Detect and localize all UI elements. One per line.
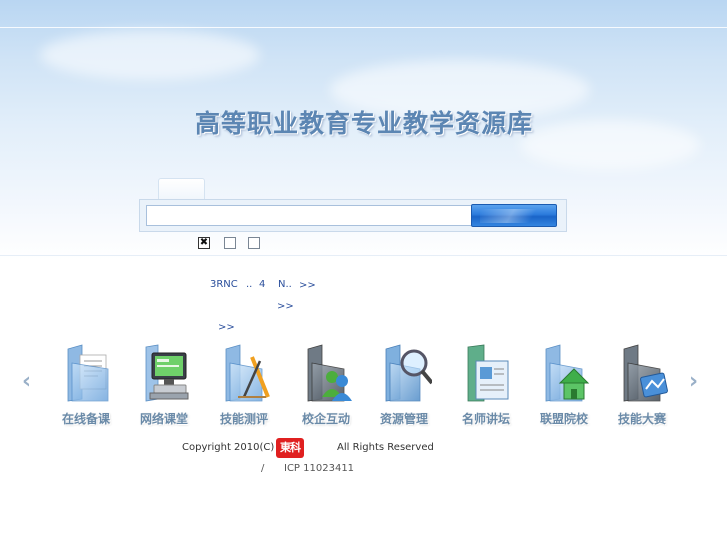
icp-license[interactable]: ICP 11023411 (284, 463, 354, 474)
search-option-checkbox[interactable] (248, 237, 260, 249)
more-link[interactable]: >> (299, 280, 316, 291)
folder-search-icon (376, 343, 434, 403)
search-button[interactable] (471, 204, 557, 227)
folder-home-icon (536, 343, 592, 403)
folder-document-icon (58, 343, 114, 403)
presentation-icon (458, 343, 514, 403)
nav-item-skill-contest[interactable]: 技能大赛 (606, 343, 678, 427)
carousel-next-arrow-icon[interactable]: › (689, 369, 698, 394)
link-3rnc[interactable]: 3RNC (210, 279, 238, 290)
nav-item-label: 网络课堂 (139, 412, 188, 426)
cloud-decoration (40, 30, 260, 80)
search-tab[interactable] (158, 178, 205, 200)
more-link[interactable]: >> (277, 301, 294, 312)
nav-item-label: 名师讲坛 (461, 412, 510, 426)
banner-divider (0, 255, 727, 256)
search-input[interactable] (146, 205, 474, 226)
carousel-prev-arrow-icon[interactable]: ‹ (22, 369, 31, 394)
search-option-checkbox[interactable] (198, 236, 210, 250)
footer-separator: / (261, 463, 265, 474)
banner-divider (0, 27, 727, 28)
nav-item-label: 技能大赛 (617, 412, 666, 426)
nav-item-online-class[interactable]: 网络课堂 (128, 343, 200, 427)
nav-item-master-forum[interactable]: 名师讲坛 (450, 343, 522, 427)
nav-item-label: 在线备课 (61, 412, 110, 426)
folder-users-icon (298, 343, 354, 403)
nav-item-online-prep[interactable]: 在线备课 (50, 343, 122, 427)
nav-item-label: 校企互动 (301, 412, 350, 426)
nav-item-alliance-schools[interactable]: 联盟院校 (528, 343, 600, 427)
folder-contest-icon (614, 343, 670, 403)
more-link[interactable]: >> (218, 322, 235, 333)
search-option-checkbox[interactable] (224, 237, 236, 249)
search-box (139, 199, 567, 232)
nav-item-label: 资源管理 (379, 412, 428, 426)
link-page-4[interactable]: 4 (259, 279, 265, 290)
site-title: 高等职业教育专业教学资源库 (194, 109, 533, 138)
seal-logo: 東科 (276, 438, 304, 458)
nav-item-school-enterprise[interactable]: 校企互动 (290, 343, 362, 427)
rights-text: All Rights Reserved (337, 442, 434, 453)
folder-tools-icon (216, 343, 272, 403)
computer-monitor-icon (136, 343, 192, 403)
nav-item-resource-management[interactable]: 资源管理 (368, 343, 440, 427)
copyright-text: Copyright 2010(C) (182, 442, 275, 453)
nav-item-skill-test[interactable]: 技能测评 (208, 343, 280, 427)
link-n[interactable]: N.. (278, 279, 292, 290)
nav-item-label: 技能测评 (219, 412, 268, 426)
link-separator: .. (246, 279, 253, 290)
nav-item-label: 联盟院校 (539, 412, 588, 426)
